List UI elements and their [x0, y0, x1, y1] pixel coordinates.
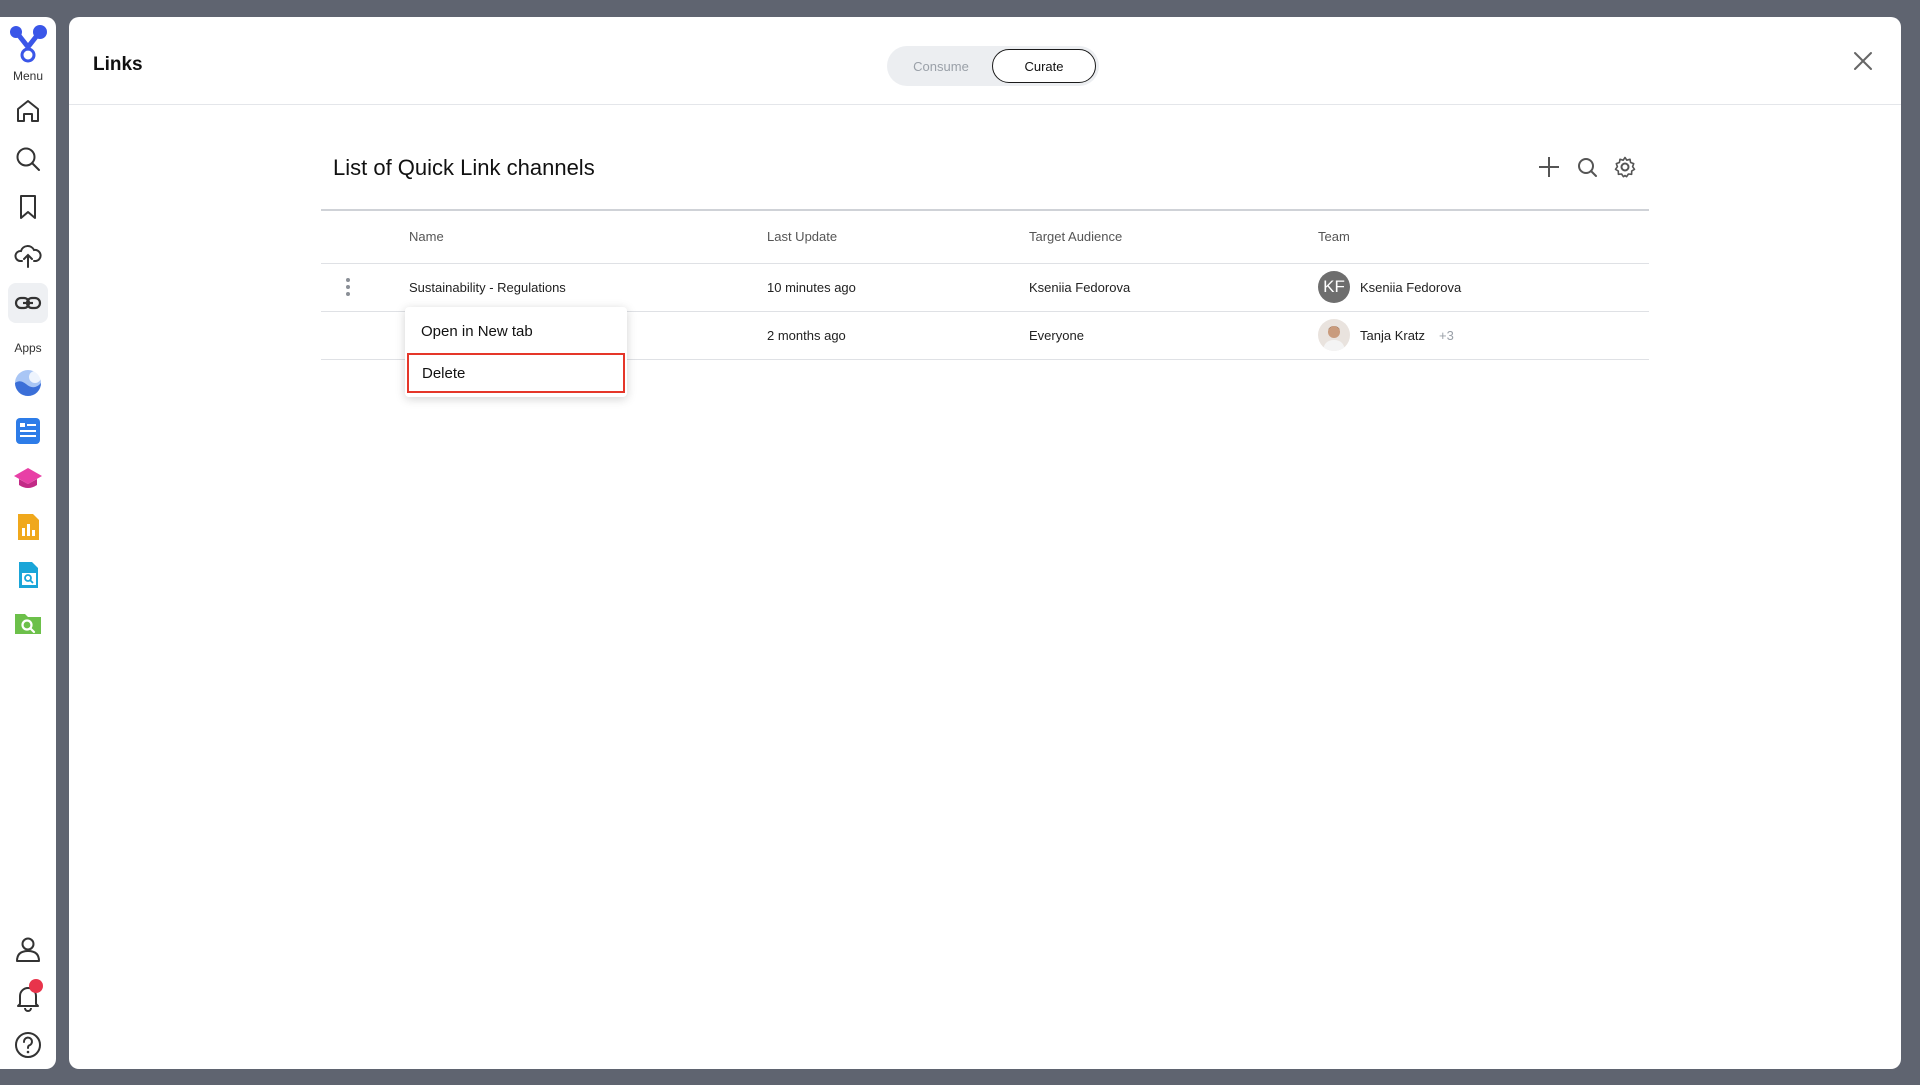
menu-item-delete[interactable]: Delete: [407, 353, 625, 393]
search-channels-button[interactable]: [1575, 155, 1599, 179]
row-team: Tanja Kratz +3: [1318, 311, 1649, 360]
column-header-team[interactable]: Team: [1318, 211, 1649, 264]
panel-header: Links Consume Curate: [69, 17, 1901, 105]
app-folder-search[interactable]: [8, 603, 48, 643]
apps-section-label: Apps: [14, 341, 42, 355]
sidebar-item-notifications[interactable]: [8, 977, 48, 1017]
row-target-audience: Everyone: [1029, 311, 1318, 360]
table-row[interactable]: Sustainability - Regulations 10 minutes …: [321, 263, 1649, 312]
toggle-consume[interactable]: Consume: [890, 49, 992, 83]
gear-icon: [1614, 156, 1636, 178]
app-graduation[interactable]: [8, 459, 48, 499]
list-title: List of Quick Link channels: [333, 155, 595, 180]
user-icon: [16, 937, 40, 962]
links-panel: Links Consume Curate List of Quick Link …: [69, 17, 1901, 1069]
sidebar-item-search[interactable]: [8, 139, 48, 179]
sidebar-item-links[interactable]: [8, 283, 48, 323]
row-name[interactable]: Sustainability - Regulations: [409, 263, 767, 312]
link-icon: [14, 296, 42, 310]
close-icon[interactable]: [1851, 49, 1875, 73]
kebab-dot: [346, 285, 350, 289]
sidebar-item-upload[interactable]: [8, 235, 48, 275]
row-target-audience: Kseniia Fedorova: [1029, 263, 1318, 312]
brand-logo-icon[interactable]: [7, 23, 49, 65]
menu-item-open-new-tab[interactable]: Open in New tab: [405, 311, 627, 351]
team-extra-count[interactable]: +3: [1439, 328, 1454, 343]
row-last-update: 2 months ago: [767, 311, 1029, 360]
bar-chart-app-icon: [18, 514, 39, 540]
settings-button[interactable]: [1613, 155, 1637, 179]
app-bar-chart[interactable]: [8, 507, 48, 547]
team-member-name: Tanja Kratz: [1360, 327, 1426, 343]
graduation-cap-app-icon: [14, 468, 42, 488]
row-actions-cell: [321, 311, 409, 360]
table-header-row: Name Last Update Target Audience Team: [321, 211, 1649, 264]
plus-icon: [1539, 157, 1559, 177]
avatar: KF: [1318, 271, 1350, 303]
sidebar-item-help[interactable]: [8, 1025, 48, 1065]
kebab-dot: [346, 278, 350, 282]
mode-toggle: Consume Curate: [887, 46, 1099, 86]
page-title: Links: [93, 54, 143, 75]
row-context-menu: Open in New tab Delete: [405, 307, 627, 397]
notification-badge: [29, 979, 43, 993]
row-team: KF Kseniia Fedorova: [1318, 263, 1649, 312]
list-toolbar: [1537, 155, 1637, 179]
team-member-name: Kseniia Fedorova: [1360, 279, 1462, 295]
list-header: List of Quick Link channels: [321, 105, 1649, 211]
add-channel-button[interactable]: [1537, 155, 1561, 179]
avatar: [1318, 319, 1350, 351]
column-header-actions: [321, 211, 409, 264]
app-moon[interactable]: [8, 363, 48, 403]
row-last-update: 10 minutes ago: [767, 263, 1029, 312]
sidebar: Menu Apps: [0, 17, 56, 1069]
help-icon: [15, 1032, 41, 1058]
search-icon: [16, 147, 40, 171]
person-photo-icon: [1323, 326, 1345, 351]
sidebar-item-home[interactable]: [8, 91, 48, 131]
toggle-curate[interactable]: Curate: [992, 49, 1096, 83]
upload-cloud-icon: [14, 245, 42, 268]
sidebar-item-bookmarks[interactable]: [8, 187, 48, 227]
document-list-app-icon: [16, 418, 40, 444]
sidebar-item-profile[interactable]: [8, 929, 48, 969]
menu-section-label: Menu: [12, 69, 44, 83]
app-file-search[interactable]: [8, 555, 48, 595]
bookmark-icon: [20, 195, 36, 219]
home-icon: [17, 100, 39, 122]
search-icon: [1578, 158, 1597, 177]
column-header-target-audience[interactable]: Target Audience: [1029, 211, 1318, 264]
row-actions-cell: [321, 263, 409, 312]
column-header-name[interactable]: Name: [409, 211, 767, 264]
column-header-last-update[interactable]: Last Update: [767, 211, 1029, 264]
app-document-list[interactable]: [8, 411, 48, 451]
row-menu-button[interactable]: [337, 273, 359, 301]
kebab-dot: [346, 292, 350, 296]
folder-search-app-icon: [15, 614, 41, 634]
moon-app-icon: [15, 370, 41, 396]
file-search-app-icon: [19, 562, 38, 588]
